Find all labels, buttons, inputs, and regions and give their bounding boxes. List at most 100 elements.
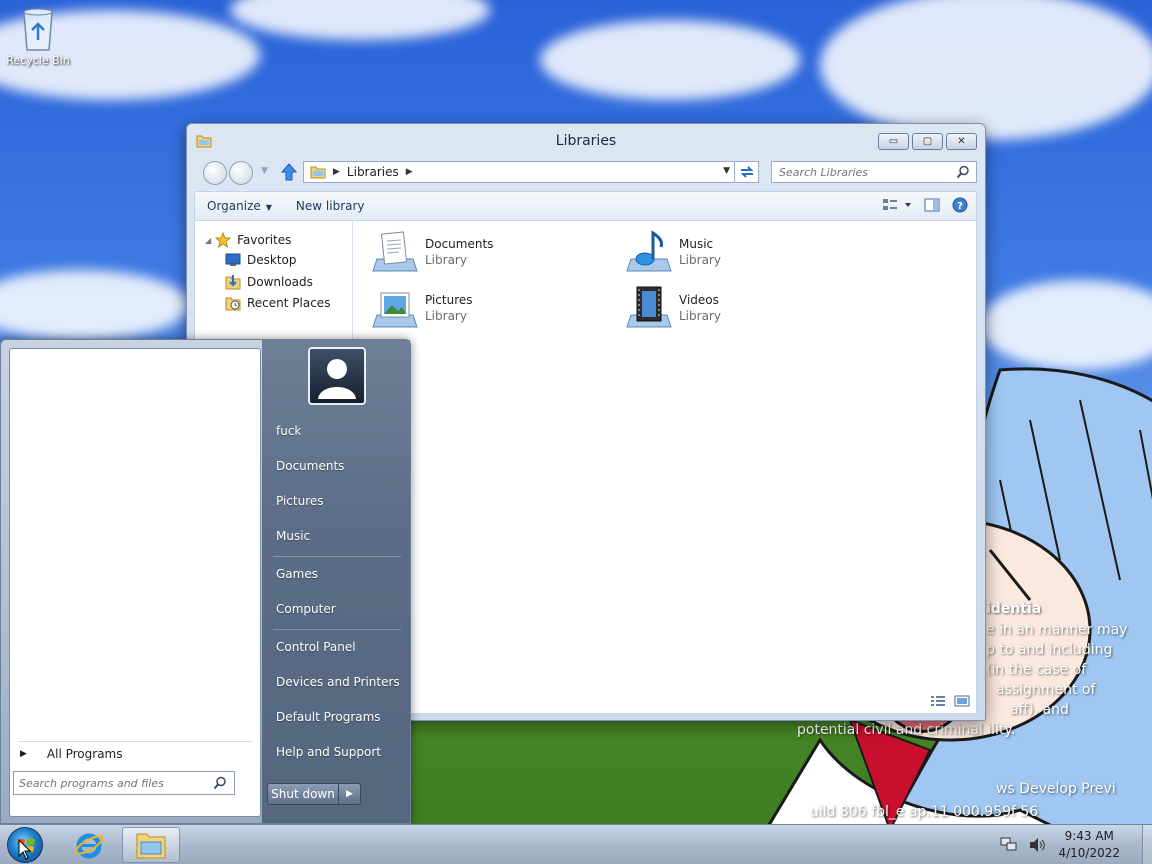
start-link-games[interactable]: Games: [276, 567, 318, 581]
library-documents[interactable]: Documents Library: [371, 229, 493, 275]
new-library-button[interactable]: New library: [284, 199, 377, 213]
refresh-button[interactable]: [735, 161, 759, 183]
nav-item-label: Recent Places: [247, 296, 331, 310]
pictures-library-icon: [372, 292, 418, 328]
chevron-right-icon: ▶: [20, 749, 27, 759]
watermark-line: uild 806 fbl_e ap.11 000.959f 56: [810, 804, 1039, 820]
divider: [18, 741, 252, 742]
breadcrumb-separator-icon[interactable]: ▶: [406, 167, 413, 177]
search-libraries-box[interactable]: [771, 161, 977, 183]
search-icon[interactable]: [213, 776, 227, 790]
close-icon: ✕: [957, 136, 966, 147]
search-programs-input[interactable]: [19, 776, 199, 790]
start-link-devices-and-printers[interactable]: Devices and Printers: [276, 675, 400, 689]
breadcrumb-separator-icon[interactable]: ▶: [333, 167, 340, 177]
cloud: [230, 0, 490, 40]
start-link-computer[interactable]: Computer: [276, 602, 336, 616]
breadcrumb-libraries[interactable]: Libraries: [347, 165, 399, 179]
change-view-icon[interactable]: [882, 198, 912, 212]
library-type: Library: [679, 309, 721, 323]
watermark-line: assignment of: [996, 682, 1096, 698]
help-icon[interactable]: ?: [952, 197, 968, 213]
forward-button[interactable]: [229, 161, 253, 185]
library-name: Music: [679, 237, 714, 251]
show-desktop-button[interactable]: [1142, 825, 1152, 864]
nav-item-downloads[interactable]: Downloads: [225, 274, 313, 290]
cloud: [0, 270, 190, 340]
library-pictures[interactable]: Pictures Library: [371, 285, 473, 331]
start-link-control-panel[interactable]: Control Panel: [276, 640, 356, 654]
window-title: Libraries: [555, 133, 617, 149]
nav-item-recent-places[interactable]: Recent Places: [225, 295, 330, 311]
cloud: [540, 20, 800, 100]
recycle-bin-desktop-icon[interactable]: Recycle Bin: [4, 6, 72, 67]
start-link-pictures[interactable]: Pictures: [276, 494, 324, 508]
library-type: Library: [425, 309, 467, 323]
shutdown-options-button[interactable]: ▶: [339, 783, 361, 805]
watermark-line: ws Develop Previ: [996, 781, 1116, 797]
desktop-icon: [225, 253, 241, 266]
start-link-documents[interactable]: Documents: [276, 459, 344, 473]
svg-text:?: ?: [957, 201, 963, 212]
minimize-button[interactable]: ▭: [878, 133, 909, 150]
programs-list-panel: ▶ All Programs: [9, 348, 261, 817]
videos-library-icon: [626, 286, 672, 328]
taskbar: 9:43 AM 4/10/2022: [0, 824, 1152, 864]
start-link-music[interactable]: Music: [276, 529, 310, 543]
search-icon[interactable]: [956, 165, 970, 179]
cloud: [820, 0, 1152, 140]
start-link-user-folder[interactable]: fuck: [276, 424, 301, 438]
up-arrow-icon[interactable]: [281, 163, 297, 181]
start-link-default-programs[interactable]: Default Programs: [276, 710, 381, 724]
documents-library-icon: [372, 231, 418, 272]
taskbar-windows-explorer[interactable]: [122, 827, 180, 863]
library-name: Documents: [425, 237, 494, 251]
back-button[interactable]: [203, 161, 227, 185]
network-icon[interactable]: [1000, 837, 1018, 853]
nav-item-desktop[interactable]: Desktop: [225, 253, 297, 267]
organize-label: Organize: [207, 199, 261, 213]
system-clock[interactable]: 9:43 AM 4/10/2022: [1058, 828, 1120, 862]
user-icon: [318, 359, 356, 399]
shutdown-button[interactable]: Shut down: [267, 783, 339, 805]
details-view-icon[interactable]: [930, 695, 946, 707]
avatar[interactable]: [308, 347, 366, 405]
navigation-row: ▼ ▶ Libraries ▶ ▼: [197, 160, 977, 186]
maximize-button[interactable]: ▢: [912, 133, 943, 150]
recent-pages-dropdown[interactable]: ▼: [261, 166, 268, 176]
expand-arrow-icon[interactable]: ◢: [205, 236, 211, 245]
new-library-label: New library: [295, 199, 365, 213]
library-music[interactable]: Music Library: [625, 229, 721, 275]
mouse-cursor-icon: [18, 839, 32, 860]
maximize-icon: ▢: [922, 136, 933, 147]
favorites-header[interactable]: ◢ Favorites: [205, 232, 291, 248]
library-name: Pictures: [425, 293, 473, 307]
library-type: Library: [425, 253, 467, 267]
internet-explorer-icon: [74, 833, 104, 859]
refresh-icon: [740, 166, 753, 178]
start-link-help-and-support[interactable]: Help and Support: [276, 745, 381, 759]
clock-date: 4/10/2022: [1058, 846, 1120, 860]
search-input[interactable]: [779, 165, 949, 179]
recycle-bin-label: Recycle Bin: [6, 54, 70, 67]
organize-menu[interactable]: Organize ▼: [195, 199, 284, 213]
address-bar[interactable]: ▶ Libraries ▶ ▼: [303, 161, 735, 183]
command-bar: Organize ▼ New library ?: [194, 191, 977, 220]
watermark-line: identia: [986, 601, 1042, 617]
title-bar[interactable]: Libraries ▭ ▢ ✕: [187, 124, 985, 160]
address-history-dropdown[interactable]: ▼: [723, 166, 730, 176]
taskbar-internet-explorer[interactable]: [60, 827, 118, 863]
nav-item-label: Desktop: [247, 253, 297, 267]
downloads-icon: [225, 275, 241, 290]
preview-pane-icon[interactable]: [924, 198, 940, 212]
content-pane: Documents Library Music Library Pictures…: [353, 220, 977, 714]
volume-icon[interactable]: [1028, 837, 1046, 853]
large-icons-view-icon[interactable]: [954, 695, 970, 707]
all-programs-button[interactable]: ▶ All Programs: [20, 747, 123, 761]
watermark-line: e in an manner may: [986, 622, 1128, 638]
close-button[interactable]: ✕: [946, 133, 977, 150]
divider: [273, 556, 401, 557]
start-search-box[interactable]: [13, 771, 235, 795]
library-videos[interactable]: Videos Library: [625, 285, 721, 331]
libraries-folder-icon: [310, 166, 326, 179]
